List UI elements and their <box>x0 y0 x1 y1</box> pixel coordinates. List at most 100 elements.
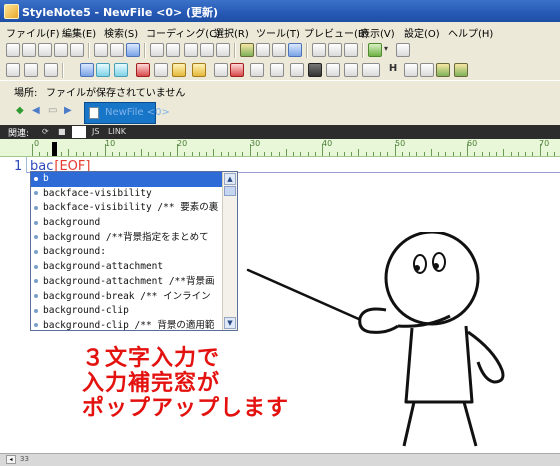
autocomplete-item[interactable]: background-clip <box>31 304 224 319</box>
ruler-mark: 70 <box>539 139 550 148</box>
find-icon[interactable] <box>94 43 108 57</box>
menu-help[interactable]: ヘルプ(H) <box>448 25 493 40</box>
insert-box-icon[interactable] <box>362 63 380 77</box>
autocomplete-item[interactable]: background <box>31 216 224 231</box>
menu-view[interactable]: 表示(V) <box>360 25 395 40</box>
undo-icon[interactable] <box>150 43 164 57</box>
menu-search[interactable]: 検索(S) <box>104 25 138 40</box>
file-icon <box>89 107 99 119</box>
ruler-tick <box>82 152 84 156</box>
settings-icon[interactable] <box>396 43 410 57</box>
globe-icon[interactable] <box>368 43 382 57</box>
image-gallery-icon[interactable] <box>454 63 468 77</box>
insert-input-icon[interactable] <box>270 63 284 77</box>
radio-button-icon[interactable] <box>290 63 304 77</box>
cut-icon[interactable] <box>184 43 198 57</box>
save-as-icon[interactable] <box>70 43 84 57</box>
menu-file[interactable]: ファイル(F) <box>6 25 60 40</box>
autocomplete-popup[interactable]: b backface-visibility backface-visibility … <box>30 171 238 331</box>
scroll-up-icon[interactable]: ▲ <box>224 173 236 185</box>
split-icon[interactable] <box>328 43 342 57</box>
heading-icon[interactable]: H <box>386 63 400 77</box>
autocomplete-item[interactable]: background-clip /** 背景の適用範 <box>31 319 224 334</box>
menu-tools[interactable]: ツール(T) <box>256 25 300 40</box>
open-file-icon[interactable] <box>38 43 52 57</box>
save-icon[interactable] <box>54 43 68 57</box>
insert-anchor-icon[interactable] <box>96 63 110 77</box>
ruler-tick <box>198 152 200 156</box>
ruler-tick <box>184 152 186 156</box>
scroll-left-icon[interactable]: ◂ <box>6 455 16 464</box>
insert-form-icon[interactable] <box>250 63 264 77</box>
ruler-tick <box>365 152 367 156</box>
menu-preview[interactable]: プレビュー(B) <box>304 25 369 40</box>
prev-tab-icon[interactable]: ◀ <box>32 105 40 116</box>
autocomplete-item[interactable]: background-attachment <box>31 260 224 275</box>
tab-newfile[interactable]: NewFile <0> <box>84 102 170 124</box>
find-next-icon[interactable] <box>110 43 124 57</box>
preview-icon[interactable] <box>256 43 270 57</box>
autocomplete-list[interactable]: b backface-visibility backface-visibility … <box>31 172 224 334</box>
ruler-tick <box>162 152 164 156</box>
menu-settings[interactable]: 設定(O) <box>404 25 440 40</box>
popup-scrollbar[interactable]: ▲ ▼ <box>222 172 237 330</box>
insert-textarea-icon[interactable] <box>344 63 358 77</box>
break-icon[interactable] <box>420 63 434 77</box>
lock-icon[interactable]: ■ <box>58 127 66 136</box>
replace-icon[interactable] <box>126 43 140 57</box>
pen-icon[interactable] <box>6 63 20 77</box>
insert-folder-icon[interactable] <box>172 63 186 77</box>
autocomplete-item-label: background <box>43 217 101 229</box>
tab-list-icon[interactable]: ▭ <box>48 105 57 116</box>
insert-rule-icon[interactable] <box>192 63 206 77</box>
related-link[interactable]: LINK <box>108 127 126 136</box>
ruler-tick <box>314 152 316 156</box>
new-template-icon[interactable] <box>22 43 36 57</box>
menu-coding[interactable]: コーディング(C) <box>146 25 220 40</box>
autocomplete-item[interactable]: background-attachment /**背景画 <box>31 275 224 290</box>
next-tab-icon[interactable]: ▶ <box>64 105 72 116</box>
insert-list-icon[interactable] <box>326 63 340 77</box>
add-tab-icon[interactable]: ◆ <box>16 105 24 116</box>
chevron-down-icon[interactable]: ▾ <box>382 43 390 57</box>
related-js[interactable]: JS <box>92 127 99 136</box>
status-bar: ◂ 33 <box>0 453 560 466</box>
scroll-down-icon[interactable]: ▼ <box>224 317 236 329</box>
new-file-icon[interactable] <box>6 43 20 57</box>
insert-table-icon[interactable] <box>214 63 228 77</box>
tile-icon[interactable] <box>344 43 358 57</box>
redo-icon[interactable] <box>166 43 180 57</box>
browser-icon[interactable] <box>288 43 302 57</box>
bullet-icon <box>34 191 38 196</box>
scroll-thumb[interactable] <box>224 186 236 196</box>
paste-icon[interactable] <box>216 43 230 57</box>
refresh-icon[interactable]: ⟳ <box>42 127 49 136</box>
paragraph-icon[interactable] <box>404 63 418 77</box>
insert-link-icon[interactable] <box>80 63 94 77</box>
tag-check-icon[interactable] <box>24 63 38 77</box>
related-box[interactable] <box>72 126 86 138</box>
ruler-tick <box>256 152 258 156</box>
delete-table-icon[interactable] <box>230 63 244 77</box>
insert-css-icon[interactable] <box>136 63 150 77</box>
tag-toolbar: H <box>0 60 560 82</box>
autocomplete-item[interactable]: background-break /** インライン <box>31 290 224 305</box>
autocomplete-item[interactable]: backface-visibility /** 要素の裏 <box>31 201 224 216</box>
page-icon[interactable] <box>272 43 286 57</box>
color-picker-icon[interactable] <box>240 43 254 57</box>
copy-icon[interactable] <box>200 43 214 57</box>
autocomplete-item[interactable]: background: <box>31 245 224 260</box>
menu-select[interactable]: 選択(R) <box>214 25 249 40</box>
insert-select-icon[interactable] <box>308 63 322 77</box>
insert-image-icon[interactable] <box>436 63 450 77</box>
menu-edit[interactable]: 編集(E) <box>62 25 96 40</box>
ruler-tick <box>227 152 229 156</box>
ruler-tick <box>546 152 548 156</box>
insert-html-icon[interactable] <box>154 63 168 77</box>
autocomplete-item[interactable]: b <box>31 172 224 187</box>
autocomplete-item[interactable]: background /**背景指定をまとめて <box>31 231 224 246</box>
window-icon[interactable] <box>312 43 326 57</box>
insert-meta-icon[interactable] <box>114 63 128 77</box>
stamp-icon[interactable] <box>44 63 58 77</box>
autocomplete-item[interactable]: backface-visibility <box>31 187 224 202</box>
